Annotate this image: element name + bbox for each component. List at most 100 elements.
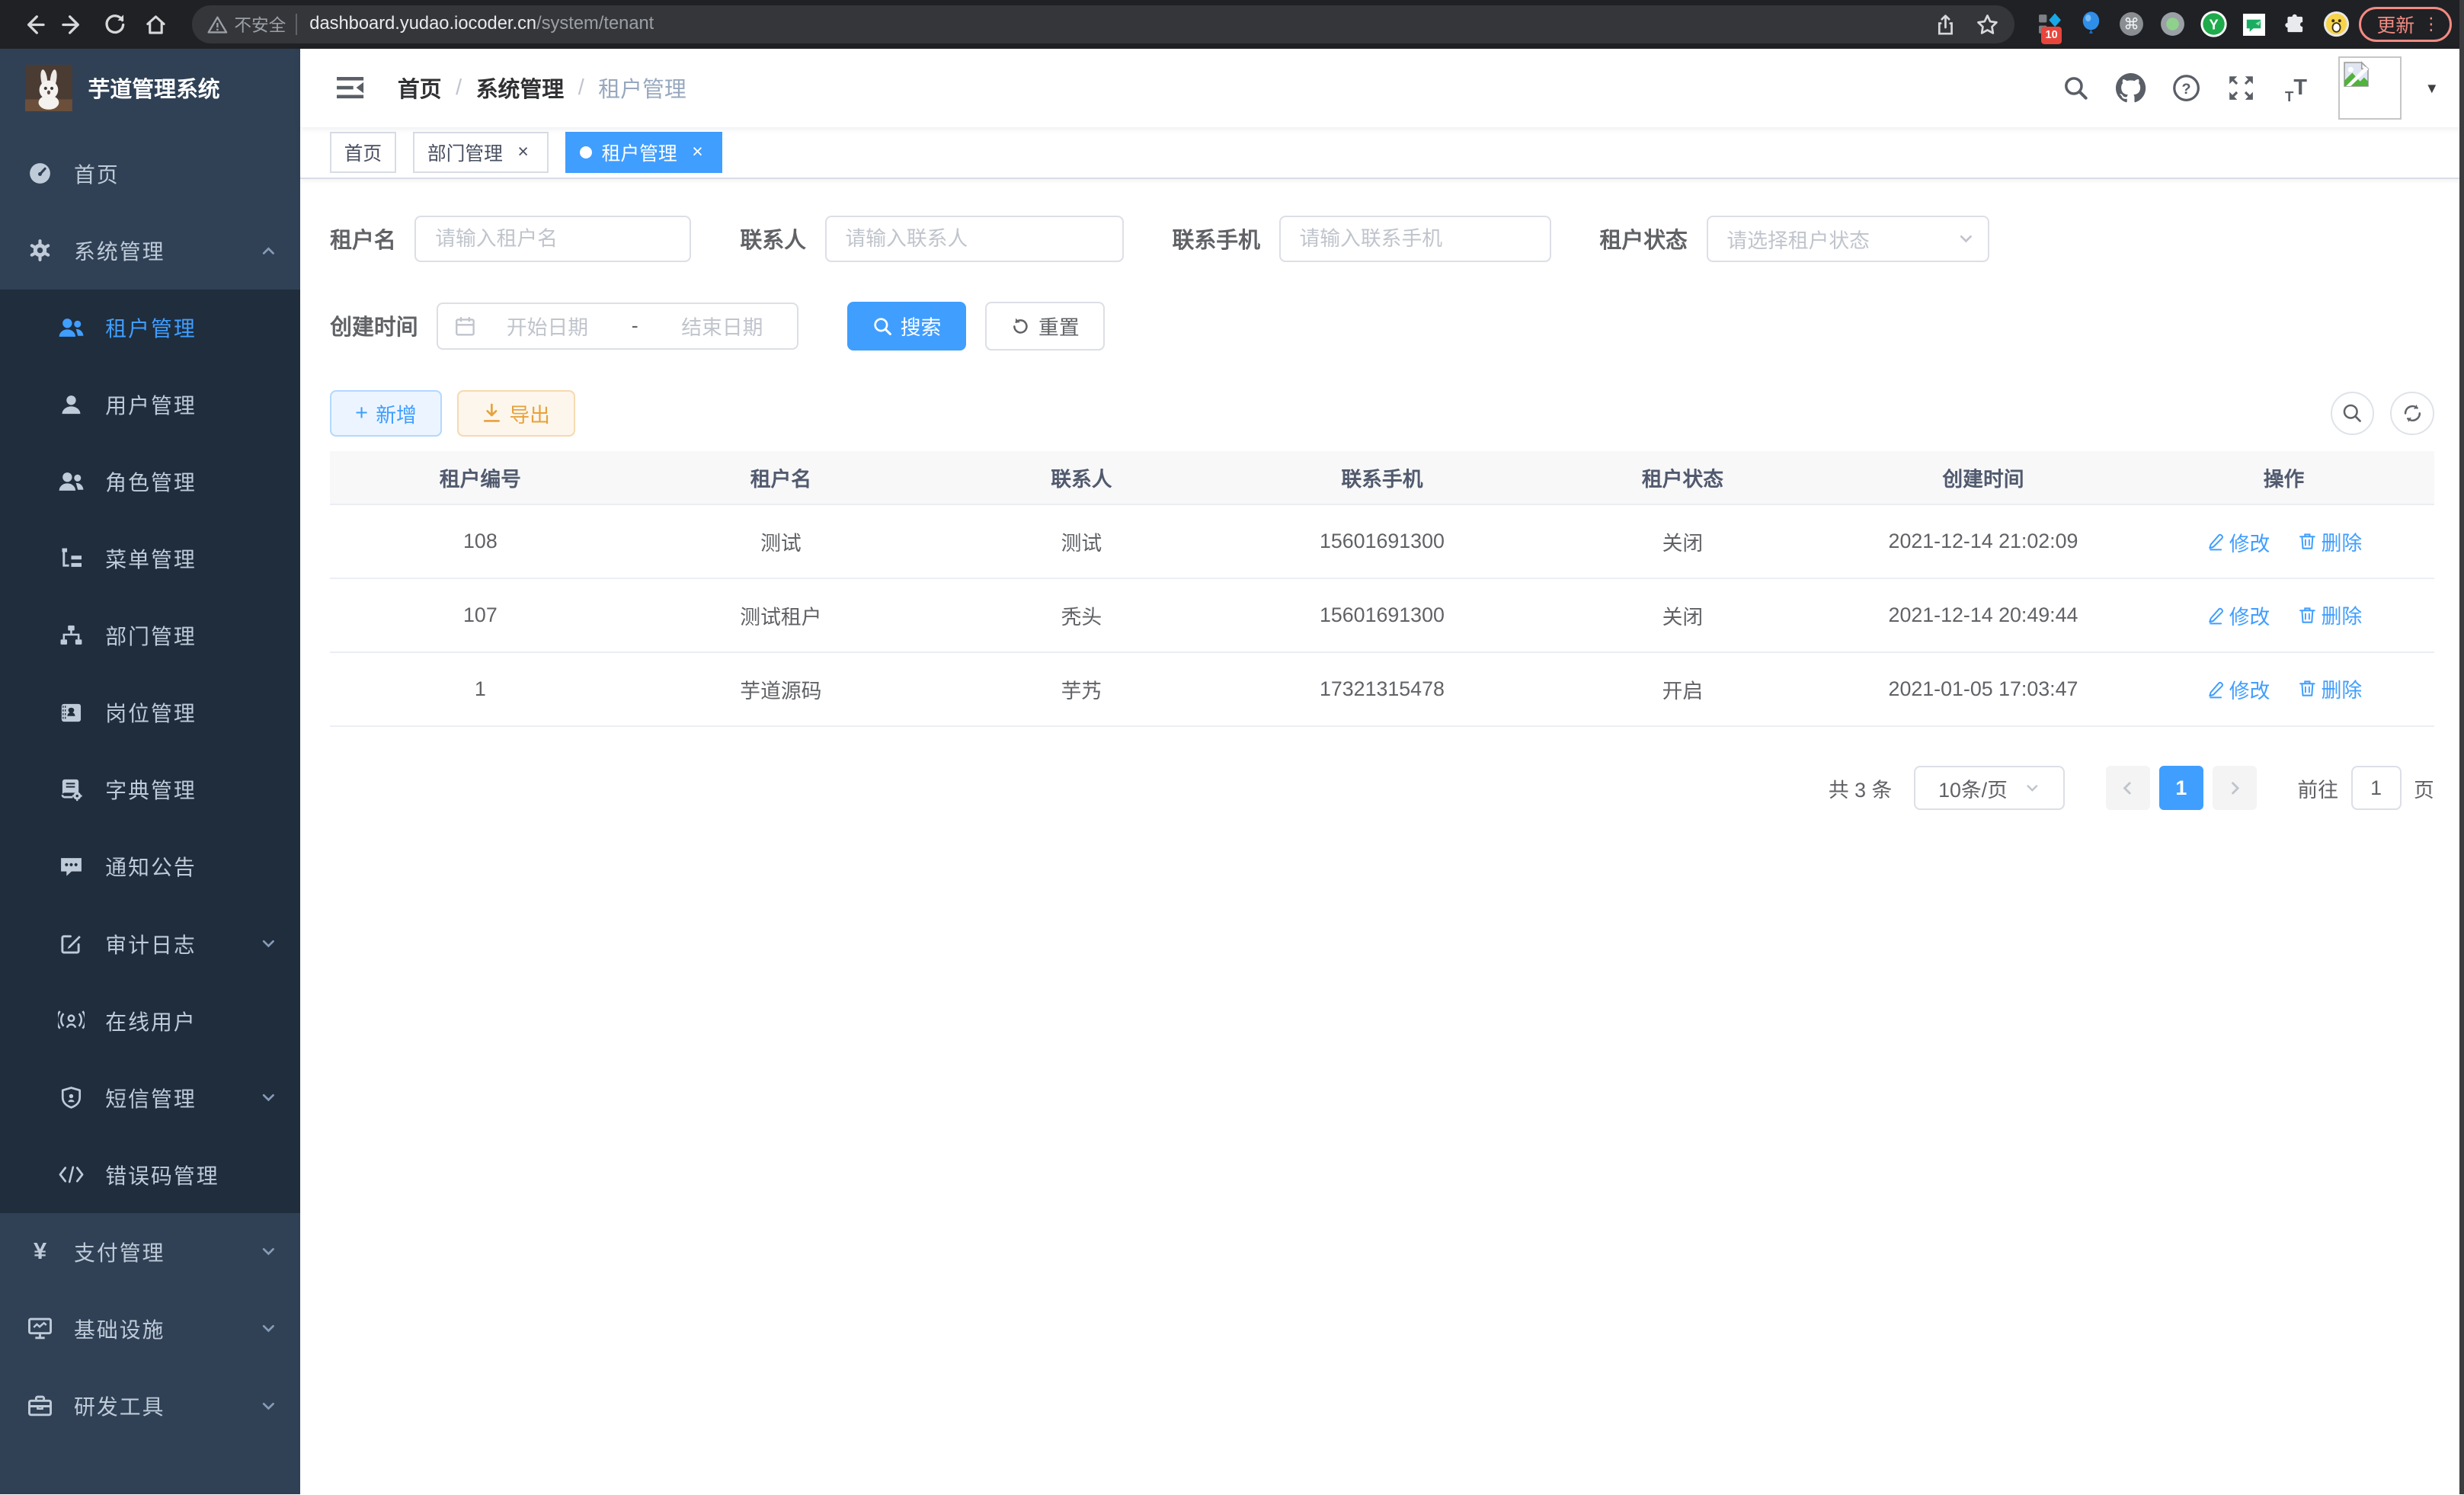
delete-link[interactable]: 删除 — [2298, 674, 2363, 703]
col-actions: 操作 — [2133, 451, 2434, 504]
table-toolbar: + 新增 导出 — [330, 390, 2434, 437]
export-button[interactable]: 导出 — [457, 390, 575, 437]
sidebar-item-audit-log[interactable]: 审计日志 — [0, 905, 300, 982]
browser-menu-icon[interactable]: ⋮ — [2422, 14, 2440, 34]
tenant-name-input[interactable] — [414, 216, 691, 263]
extension-balloon-icon[interactable] — [2078, 11, 2104, 37]
mobile-input[interactable] — [1279, 216, 1551, 263]
extension-badge: 10 — [2041, 27, 2061, 44]
extension-y-icon[interactable]: Y — [2200, 11, 2227, 37]
back-icon — [21, 13, 45, 37]
page-number-1[interactable]: 1 — [2159, 766, 2203, 810]
sidebar-item-sms[interactable]: 短信管理 — [0, 1059, 300, 1136]
col-tenant-id: 租户编号 — [330, 451, 631, 504]
toolbox-icon — [27, 1394, 53, 1417]
url-bar[interactable]: 不安全 dashboard.yudao.iocoder.cn/system/te… — [192, 5, 2015, 43]
search-button[interactable]: 搜索 — [847, 302, 967, 351]
tag-home[interactable]: 首页 — [330, 132, 396, 173]
roles-icon — [58, 470, 85, 494]
date-start-placeholder: 开始日期 — [488, 311, 606, 341]
toggle-search-button[interactable] — [2331, 392, 2375, 436]
security-label[interactable]: 不安全 — [234, 11, 286, 37]
prev-page-button[interactable] — [2106, 766, 2150, 810]
broken-image-icon — [2343, 61, 2370, 88]
browser-forward-button[interactable] — [53, 4, 94, 45]
sidebar-item-payment[interactable]: ¥ 支付管理 — [0, 1213, 300, 1290]
sidebar-item-errcode[interactable]: 错误码管理 — [0, 1136, 300, 1213]
sidebar-item-tenant[interactable]: 租户管理 — [0, 290, 300, 367]
breadcrumb-current: 租户管理 — [598, 72, 686, 104]
sidebar: 芋道管理系统 首页 系统管理 租户管理 — [0, 49, 300, 1495]
help-icon[interactable]: ? — [2164, 66, 2208, 110]
extension-command-icon[interactable]: ⌘ — [2118, 11, 2145, 37]
close-icon[interactable]: × — [686, 142, 709, 164]
extension-chat-icon[interactable] — [2241, 11, 2267, 37]
bookmark-star-icon[interactable] — [1976, 13, 1999, 37]
table-row: 108 测试 测试 15601691300 关闭 2021-12-14 21:0… — [330, 504, 2434, 578]
filter-create-time: 创建时间 开始日期 - 结束日期 — [330, 303, 798, 350]
page-size-select[interactable]: 10条/页 — [1914, 766, 2065, 810]
add-button[interactable]: + 新增 — [330, 390, 442, 437]
sidebar-toggle-button[interactable] — [324, 76, 377, 100]
online-user-icon — [58, 1010, 85, 1032]
share-icon[interactable] — [1934, 14, 1957, 36]
gear-icon — [27, 238, 53, 263]
sidebar-item-online-users[interactable]: 在线用户 — [0, 982, 300, 1059]
sidebar-item-dept[interactable]: 部门管理 — [0, 597, 300, 674]
status-select[interactable]: 请选择租户状态 — [1707, 216, 1989, 263]
sidebar-item-dict[interactable]: 字典管理 — [0, 751, 300, 828]
sidebar-item-menu[interactable]: 菜单管理 — [0, 520, 300, 597]
url-text[interactable]: dashboard.yudao.iocoder.cn/system/tenant — [309, 14, 654, 34]
sidebar-item-home[interactable]: 首页 — [0, 135, 300, 212]
breadcrumb-system[interactable]: 系统管理 — [476, 72, 564, 104]
logo-image — [25, 65, 72, 112]
profile-avatar-icon[interactable] — [2323, 11, 2350, 37]
user-avatar[interactable] — [2338, 56, 2402, 120]
browser-reload-button[interactable] — [94, 4, 136, 45]
navbar-actions: ? TT ▼ — [2054, 56, 2445, 120]
sidebar-item-infra[interactable]: 基础设施 — [0, 1290, 300, 1367]
github-icon[interactable] — [2109, 66, 2153, 110]
svg-text:⌘: ⌘ — [2124, 15, 2140, 34]
header-search-icon[interactable] — [2054, 66, 2098, 110]
chevron-down-icon — [259, 1088, 278, 1107]
close-icon[interactable]: × — [512, 142, 534, 164]
browser-update-button[interactable]: 更新 ⋮ — [2359, 7, 2451, 41]
edit-link[interactable]: 修改 — [2206, 600, 2270, 630]
contact-input[interactable] — [825, 216, 1124, 263]
tag-dot — [580, 146, 593, 159]
monitor-icon — [27, 1317, 53, 1340]
browser-back-button[interactable] — [13, 4, 54, 45]
edit-link[interactable]: 修改 — [2206, 527, 2270, 557]
reset-button[interactable]: 重置 — [985, 302, 1105, 351]
extension-recorder-icon[interactable] — [2159, 11, 2186, 37]
date-range-input[interactable]: 开始日期 - 结束日期 — [437, 303, 798, 350]
tag-dept[interactable]: 部门管理 × — [413, 132, 548, 173]
extension-tag-manager-icon[interactable]: 10 — [2037, 11, 2063, 37]
app-logo[interactable]: 芋道管理系统 — [0, 49, 300, 127]
sidebar-item-system[interactable]: 系统管理 — [0, 212, 300, 289]
goto-page-input[interactable] — [2351, 766, 2402, 810]
breadcrumb-home[interactable]: 首页 — [398, 72, 442, 104]
main-area: 首页 / 系统管理 / 租户管理 ? TT ▼ — [300, 49, 2464, 1495]
edit-link[interactable]: 修改 — [2206, 674, 2270, 704]
sidebar-item-user[interactable]: 用户管理 — [0, 367, 300, 443]
avatar-caret-icon[interactable]: ▼ — [2425, 80, 2439, 97]
shield-icon — [58, 1086, 85, 1109]
extensions-puzzle-icon[interactable] — [2282, 11, 2309, 37]
refresh-icon — [1010, 316, 1031, 337]
refresh-table-button[interactable] — [2390, 392, 2434, 436]
sidebar-item-post[interactable]: 岗位管理 — [0, 674, 300, 751]
browser-home-button[interactable] — [135, 4, 176, 45]
font-size-icon[interactable]: TT — [2274, 66, 2318, 110]
sidebar-item-role[interactable]: 角色管理 — [0, 443, 300, 520]
sidebar-item-devtools[interactable]: 研发工具 — [0, 1367, 300, 1444]
tag-tenant[interactable]: 租户管理 × — [565, 132, 722, 173]
delete-link[interactable]: 删除 — [2298, 600, 2363, 629]
filter-row-2: 创建时间 开始日期 - 结束日期 搜索 重置 — [330, 302, 2434, 351]
delete-link[interactable]: 删除 — [2298, 527, 2363, 556]
next-page-button[interactable] — [2213, 766, 2257, 810]
fullscreen-icon[interactable] — [2219, 66, 2263, 110]
edit-icon — [2206, 680, 2225, 699]
sidebar-item-notice[interactable]: 通知公告 — [0, 828, 300, 905]
